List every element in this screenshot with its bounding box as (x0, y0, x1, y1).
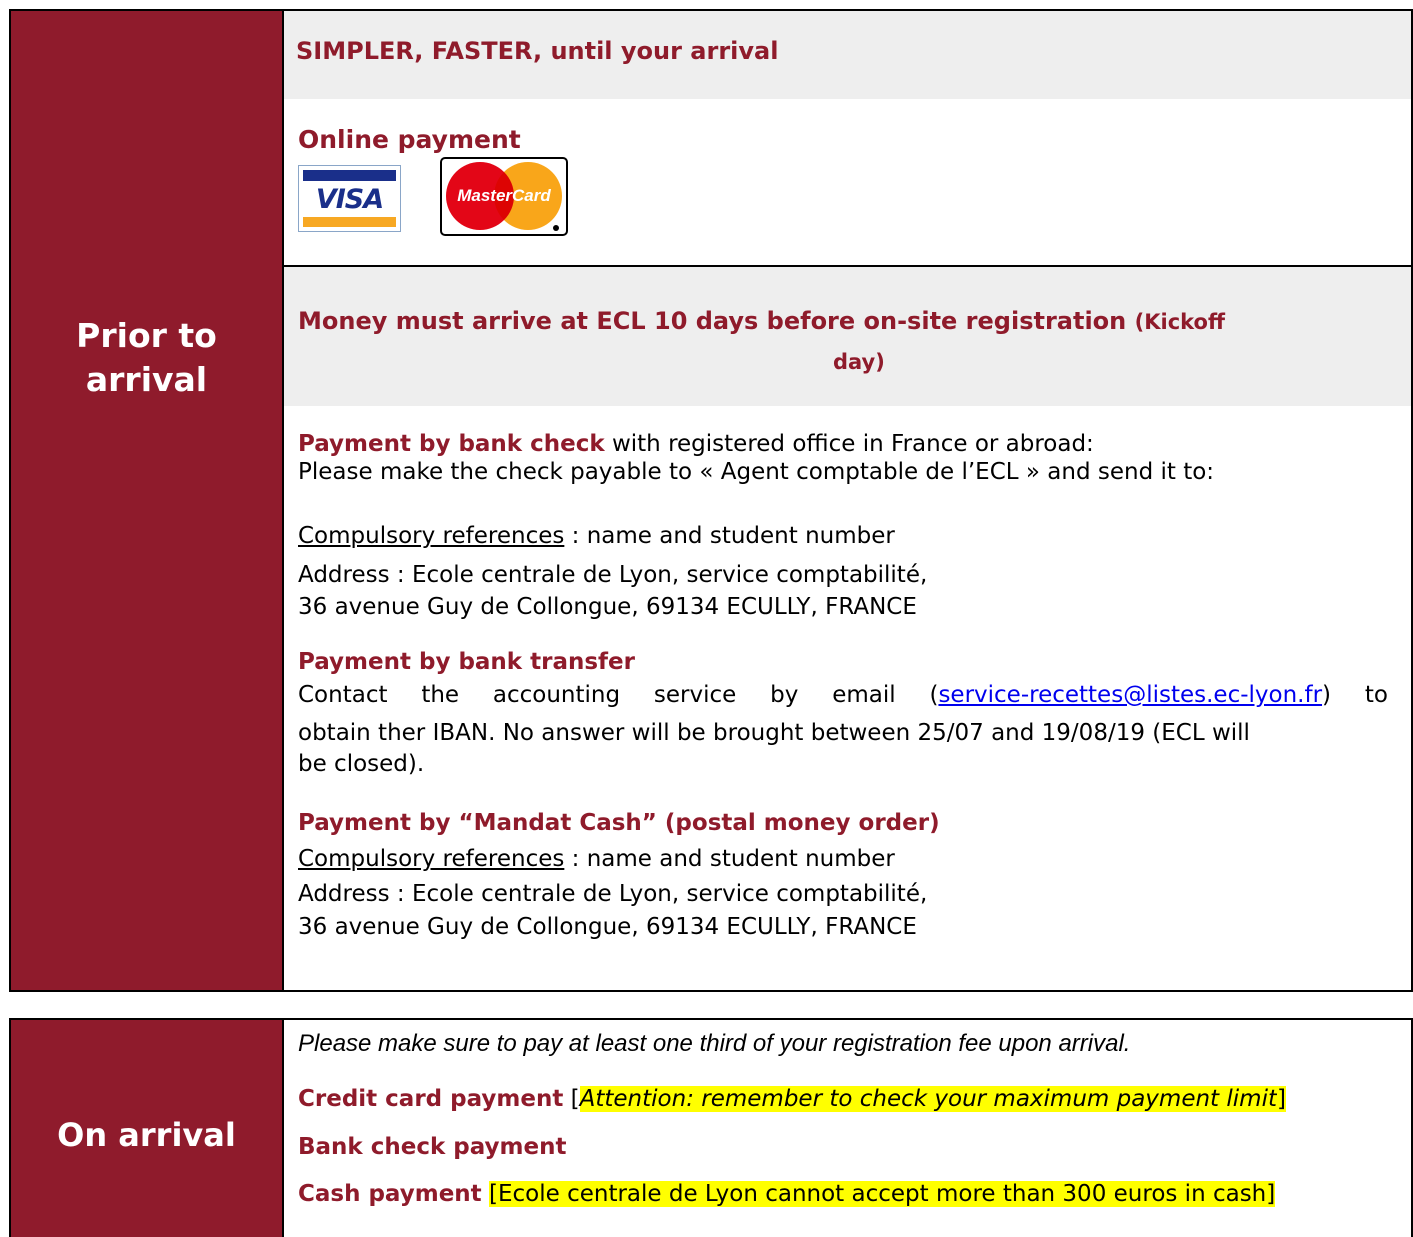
on-arrival-label: On arrival (11, 1020, 282, 1237)
transfer-line-2: obtain ther IBAN. No answer will be brou… (298, 720, 1250, 746)
address-line-2: 36 avenue Guy de Collongue, 69134 ECULLY… (298, 594, 917, 620)
bank-check-line: Bank check payment (298, 1134, 567, 1160)
transfer-line-3: be closed). (298, 751, 425, 777)
mandat-address-line-1: Address : Ecole centrale de Lyon, servic… (298, 881, 928, 907)
mandat-refs-line: Compulsory references : name and student… (298, 846, 895, 872)
check-line-1: Payment by bank check with registered of… (298, 431, 1094, 457)
deadline-band (284, 267, 1411, 406)
deadline-text-cont: day) (833, 350, 885, 374)
transfer-line-1: Contact the accounting service by email (servi… (298, 682, 1388, 708)
header-title: SIMPLER, FASTER, until your arrival (296, 37, 779, 65)
cash-line: Cash payment [Ecole centrale de Lyon can… (298, 1181, 1276, 1207)
mastercard-logo: MasterCard (440, 157, 568, 236)
mandat-title: Payment by “Mandat Cash” (postal money o… (298, 810, 940, 836)
mandat-address-line-2: 36 avenue Guy de Collongue, 69134 ECULLY… (298, 914, 917, 940)
divider (282, 1018, 284, 1237)
address-line-1: Address : Ecole centrale de Lyon, servic… (298, 562, 928, 588)
prior-to-arrival-label: Prior to arrival (11, 11, 282, 990)
check-line-2: Please make the check payable to « Agent… (298, 459, 1215, 485)
check-title: Payment by bank check (298, 431, 605, 457)
online-payment-title: Online payment (298, 125, 521, 154)
divider (282, 9, 284, 992)
credit-card-note: Attention: remember to check your maximu… (579, 1086, 1277, 1112)
email-link[interactable]: service-recettes@listes.ec-lyon.fr (938, 682, 1322, 708)
credit-card-line: Credit card payment [Attention: remember… (298, 1086, 1286, 1112)
transfer-title: Payment by bank transfer (298, 649, 635, 675)
deadline-text: Money must arrive at ECL 10 days before … (298, 307, 1225, 335)
visa-logo: VISA (298, 165, 401, 232)
cash-note: [Ecole centrale de Lyon cannot accept mo… (489, 1181, 1276, 1207)
on-arrival-intro: Please make sure to pay at least one thi… (298, 1030, 1131, 1057)
refs-line: Compulsory references : name and student… (298, 523, 895, 549)
